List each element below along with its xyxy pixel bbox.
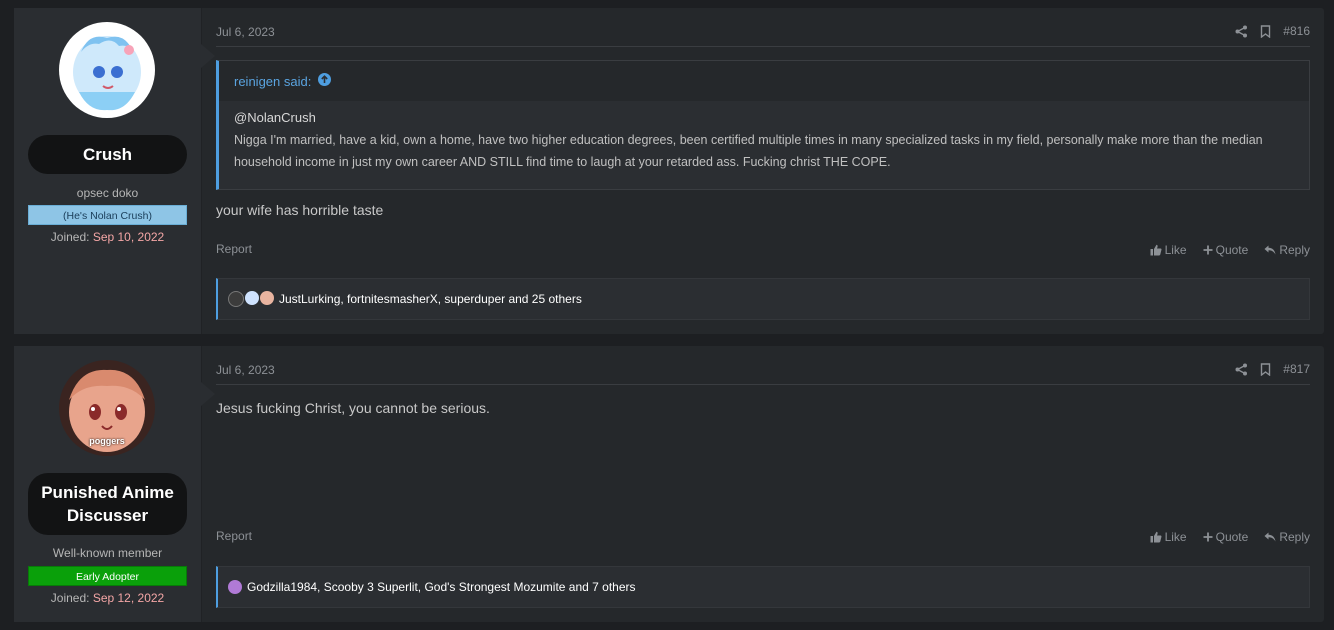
reactions-list[interactable]: Godzilla1984, Scooby 3 Superlit, God's S… [247,580,636,594]
report-link[interactable]: Report [216,529,252,543]
quote-button[interactable]: Quote [1203,530,1249,544]
user-panel: Crush opsec doko (He's Nolan Crush) Join… [14,8,202,334]
post-main: Jul 6, 2023 #817 Jesus fucking Christ, y… [216,346,1310,622]
avatar-caption: poggers [89,436,125,446]
arrow-up-circle-icon[interactable] [318,73,332,89]
joined-info: Joined: Sep 12, 2022 [14,591,201,605]
reply-label: Reply [1279,243,1310,257]
post-date[interactable]: Jul 6, 2023 [216,363,275,377]
post-meta: Jul 6, 2023 #816 [216,22,1310,47]
bookmark-icon[interactable] [1260,24,1271,38]
reply-icon [1264,532,1276,542]
avatar[interactable]: poggers [59,360,155,456]
share-icon[interactable] [1235,25,1248,38]
quote-header[interactable]: reinigen said: [219,61,1309,101]
reply-icon [1264,245,1276,255]
user-banner: Early Adopter [28,566,187,586]
post-816: Crush opsec doko (He's Nolan Crush) Join… [14,8,1324,334]
reactions-bar[interactable]: Godzilla1984, Scooby 3 Superlit, God's S… [216,566,1310,608]
plus-icon [1203,245,1213,255]
joined-date: Sep 10, 2022 [92,230,165,244]
like-button[interactable]: Like [1150,530,1187,544]
user-title: Well-known member [52,546,163,560]
quote-author[interactable]: reinigen said: [234,74,311,89]
user-arrow [201,44,215,68]
quote-label: Quote [1215,530,1249,544]
quote-text: Nigga I'm married, have a kid, own a hom… [234,133,1263,169]
post-actions: Like Quote Reply [1150,530,1310,544]
post-message: your wife has horrible taste [216,202,384,218]
reaction-avatar-icon [228,580,242,594]
like-button[interactable]: Like [1150,243,1187,257]
avatar[interactable] [59,22,155,118]
post-main: Jul 6, 2023 #816 reinigen said: @NolanCr… [216,8,1310,334]
thumbs-up-icon [1150,244,1162,256]
reactions-list[interactable]: JustLurking, fortnitesmasherX, superdupe… [279,292,582,306]
post-817: poggers Punished Anime Discusser Well-kn… [14,346,1324,622]
joined-date: Sep 12, 2022 [92,591,165,605]
reply-button[interactable]: Reply [1264,243,1310,257]
username[interactable]: Crush [28,135,187,174]
like-label: Like [1164,530,1187,544]
user-arrow [201,382,215,406]
user-title: opsec doko [76,186,139,200]
reply-button[interactable]: Reply [1264,530,1310,544]
joined-info: Joined: Sep 10, 2022 [14,230,201,244]
reaction-avatar-icon [245,291,259,305]
post-message: Jesus fucking Christ, you cannot be seri… [216,400,490,416]
quote-button[interactable]: Quote [1203,243,1249,257]
reaction-avatars [228,580,242,594]
username[interactable]: Punished Anime Discusser [28,473,187,535]
post-actions: Like Quote Reply [1150,243,1310,257]
quote-label: Quote [1215,243,1249,257]
post-tools: #816 [1235,24,1310,38]
share-icon[interactable] [1235,363,1248,376]
user-panel: poggers Punished Anime Discusser Well-kn… [14,346,202,622]
plus-icon [1203,532,1213,542]
joined-label: Joined: [50,591,90,605]
reply-label: Reply [1279,530,1310,544]
thumbs-up-icon [1150,531,1162,543]
quote-body: @NolanCrush Nigga I'm married, have a ki… [219,101,1309,179]
like-label: Like [1164,243,1187,257]
quote-mention[interactable]: @NolanCrush [234,107,1294,129]
post-tools: #817 [1235,362,1310,376]
reaction-avatars [228,291,274,307]
reaction-avatar-icon [228,291,244,307]
post-date[interactable]: Jul 6, 2023 [216,25,275,39]
reaction-avatar-icon [260,291,274,305]
reactions-bar[interactable]: JustLurking, fortnitesmasherX, superdupe… [216,278,1310,320]
user-banner: (He's Nolan Crush) [28,205,187,225]
joined-label: Joined: [50,230,90,244]
quote-block: reinigen said: @NolanCrush Nigga I'm mar… [216,60,1310,190]
report-link[interactable]: Report [216,242,252,256]
bookmark-icon[interactable] [1260,362,1271,376]
post-meta: Jul 6, 2023 #817 [216,360,1310,385]
post-number[interactable]: #817 [1283,362,1310,376]
post-number[interactable]: #816 [1283,24,1310,38]
